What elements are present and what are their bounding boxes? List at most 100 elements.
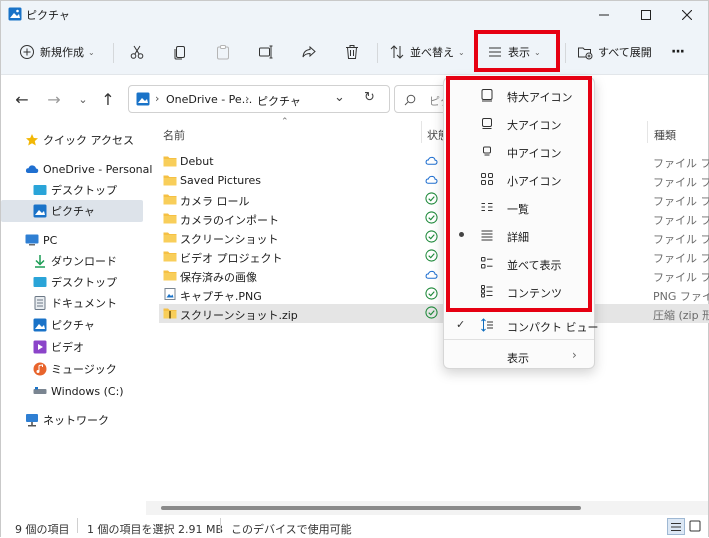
file-name: ビデオ プロジェクト: [180, 252, 283, 265]
sidebar-item-label: ダウンロード: [51, 255, 117, 268]
share-icon: [302, 45, 316, 58]
rename-button[interactable]: [258, 37, 274, 67]
file-row[interactable]: カメラのインポート ファイル フォル: [159, 209, 709, 228]
expand-all-label: すべて展開: [598, 46, 652, 59]
view-menu-item[interactable]: ✓ コンパクト ビュー: [444, 311, 599, 339]
sidebar-item-pictures-pc[interactable]: ピクチャ: [1, 314, 143, 336]
details-view-icon: [671, 523, 681, 531]
sidebar-item-pc[interactable]: PC: [1, 229, 143, 251]
status-divider: [220, 518, 221, 533]
sidebar-item-network[interactable]: ネットワーク: [1, 409, 143, 431]
sidebar-item-label: ドキュメント: [51, 297, 117, 310]
title-bar: ピクチャ: [1, 1, 708, 29]
selection-info: 1 個の項目を選択 2.91 MB: [87, 523, 224, 536]
sidebar-item-desktop-pc[interactable]: デスクトップ: [1, 271, 143, 293]
file-row[interactable]: 保存済みの画像 ファイル フォル: [159, 266, 709, 285]
window-title: ピクチャ: [26, 9, 70, 22]
file-type: ファイル フォル: [653, 176, 709, 189]
sidebar-item-label: ピクチャ: [51, 205, 95, 218]
sidebar-item-onedrive[interactable]: OneDrive - Personal: [1, 158, 152, 180]
file-row[interactable]: カメラ ロール ファイル フォル: [159, 190, 709, 209]
sidebar-item-downloads[interactable]: ダウンロード: [1, 250, 143, 272]
breadcrumb-separator-icon: ›: [245, 92, 250, 105]
sidebar-item-desktop[interactable]: デスクトップ: [1, 179, 143, 201]
delete-button[interactable]: [344, 37, 360, 67]
file-row[interactable]: ビデオ プロジェクト ファイル フォル: [159, 247, 709, 266]
sort-ascending-icon: ⌃: [281, 117, 289, 127]
image-file-icon: [163, 288, 177, 300]
cut-button[interactable]: [129, 37, 145, 67]
folder-icon: [163, 174, 177, 186]
maximize-button[interactable]: [623, 1, 669, 29]
recent-locations-button[interactable]: ⌄: [73, 89, 93, 109]
synced-check-icon: [425, 249, 438, 265]
checkmark-icon: ✓: [456, 318, 466, 331]
sidebar-item-videos[interactable]: ビデオ: [1, 336, 143, 358]
desktop-icon: [33, 277, 47, 287]
arrow-up-icon: ↑: [101, 89, 115, 109]
file-type: ファイル フォル: [653, 157, 709, 170]
new-label: 新規作成: [40, 46, 84, 59]
sidebar-item-label: ビデオ: [51, 341, 84, 354]
chevron-down-icon: ⌄: [78, 92, 88, 106]
chevron-right-icon: ›: [572, 348, 577, 362]
sort-icon: [390, 45, 404, 59]
minimize-icon: [599, 14, 609, 16]
back-button[interactable]: ←: [12, 89, 32, 109]
file-row[interactable]: スクリーンショット.zip 圧縮 (zip 形: [159, 304, 709, 323]
file-row[interactable]: Saved Pictures ファイル フォル: [159, 171, 709, 190]
refresh-icon[interactable]: ↻: [364, 90, 375, 105]
sidebar-item-label: デスクトップ: [51, 184, 117, 197]
file-type: ファイル フォル: [653, 214, 709, 227]
synced-check-icon: [425, 287, 438, 303]
up-button[interactable]: ↑: [98, 89, 118, 109]
sidebar-item-drive-c[interactable]: Windows (C:): [1, 380, 143, 402]
chevron-down-icon: ⌄: [88, 47, 95, 57]
address-dropdown-icon[interactable]: ⌄: [334, 90, 345, 105]
pictures-location-icon: [136, 92, 150, 106]
scrollbar-thumb[interactable]: [161, 506, 581, 510]
paste-button[interactable]: [215, 37, 231, 67]
view-menu-item-label: 表示: [507, 352, 529, 365]
breadcrumb-root[interactable]: OneDrive - Pe...: [166, 93, 252, 106]
arrow-left-icon: ←: [15, 89, 29, 109]
breadcrumb-current[interactable]: ピクチャ: [257, 93, 301, 109]
pictures-icon: [33, 204, 47, 218]
file-type: ファイル フォル: [653, 252, 709, 265]
toolbar-divider: [565, 43, 566, 63]
pc-icon: [25, 234, 39, 246]
more-options-button[interactable]: ···: [671, 37, 685, 67]
expand-all-button[interactable]: すべて展開: [577, 37, 652, 67]
sidebar-item-label: OneDrive - Personal: [43, 162, 153, 176]
zip-folder-icon: [163, 307, 177, 319]
cloud-status-icon: [425, 173, 438, 189]
forward-button[interactable]: →: [44, 89, 64, 109]
sidebar-item-documents[interactable]: ドキュメント: [1, 292, 143, 314]
column-header-type[interactable]: 種類: [654, 127, 676, 151]
file-name: カメラのインポート: [180, 214, 279, 227]
file-row[interactable]: キャプチャ.PNG PNG ファイル: [159, 285, 709, 304]
copy-button[interactable]: [172, 37, 188, 67]
new-button[interactable]: 新規作成 ⌄: [19, 37, 95, 67]
details-view-toggle[interactable]: [667, 518, 685, 535]
menu-separator: [444, 339, 594, 340]
sidebar-item-pictures[interactable]: ピクチャ: [1, 200, 143, 222]
view-menu-item[interactable]: 表示 ›: [444, 342, 594, 370]
sort-button[interactable]: 並べ替え ⌄: [389, 37, 465, 67]
address-bar[interactable]: › OneDrive - Pe... › ピクチャ ⌄ ↻: [128, 85, 390, 113]
compact-view-icon: [481, 318, 493, 332]
horizontal-scrollbar[interactable]: [146, 501, 708, 515]
folder-icon: [163, 212, 177, 224]
file-row[interactable]: Debut ファイル フォル: [159, 152, 709, 171]
sidebar-item-music[interactable]: ミュージック: [1, 358, 143, 380]
sidebar-item-label: ネットワーク: [43, 414, 109, 427]
column-header-name[interactable]: 名前: [163, 127, 185, 151]
file-row[interactable]: スクリーンショット ファイル フォル: [159, 228, 709, 247]
minimize-button[interactable]: [581, 1, 627, 29]
status-bar: 9 個の項目 1 個の項目を選択 2.91 MB このデバイスで使用可能: [1, 516, 708, 538]
file-type: 圧縮 (zip 形: [653, 309, 709, 322]
sidebar-item-quick-access[interactable]: クイック アクセス: [1, 129, 143, 151]
share-button[interactable]: [301, 37, 317, 67]
close-button[interactable]: [664, 1, 709, 29]
large-icons-view-toggle[interactable]: [689, 520, 703, 534]
